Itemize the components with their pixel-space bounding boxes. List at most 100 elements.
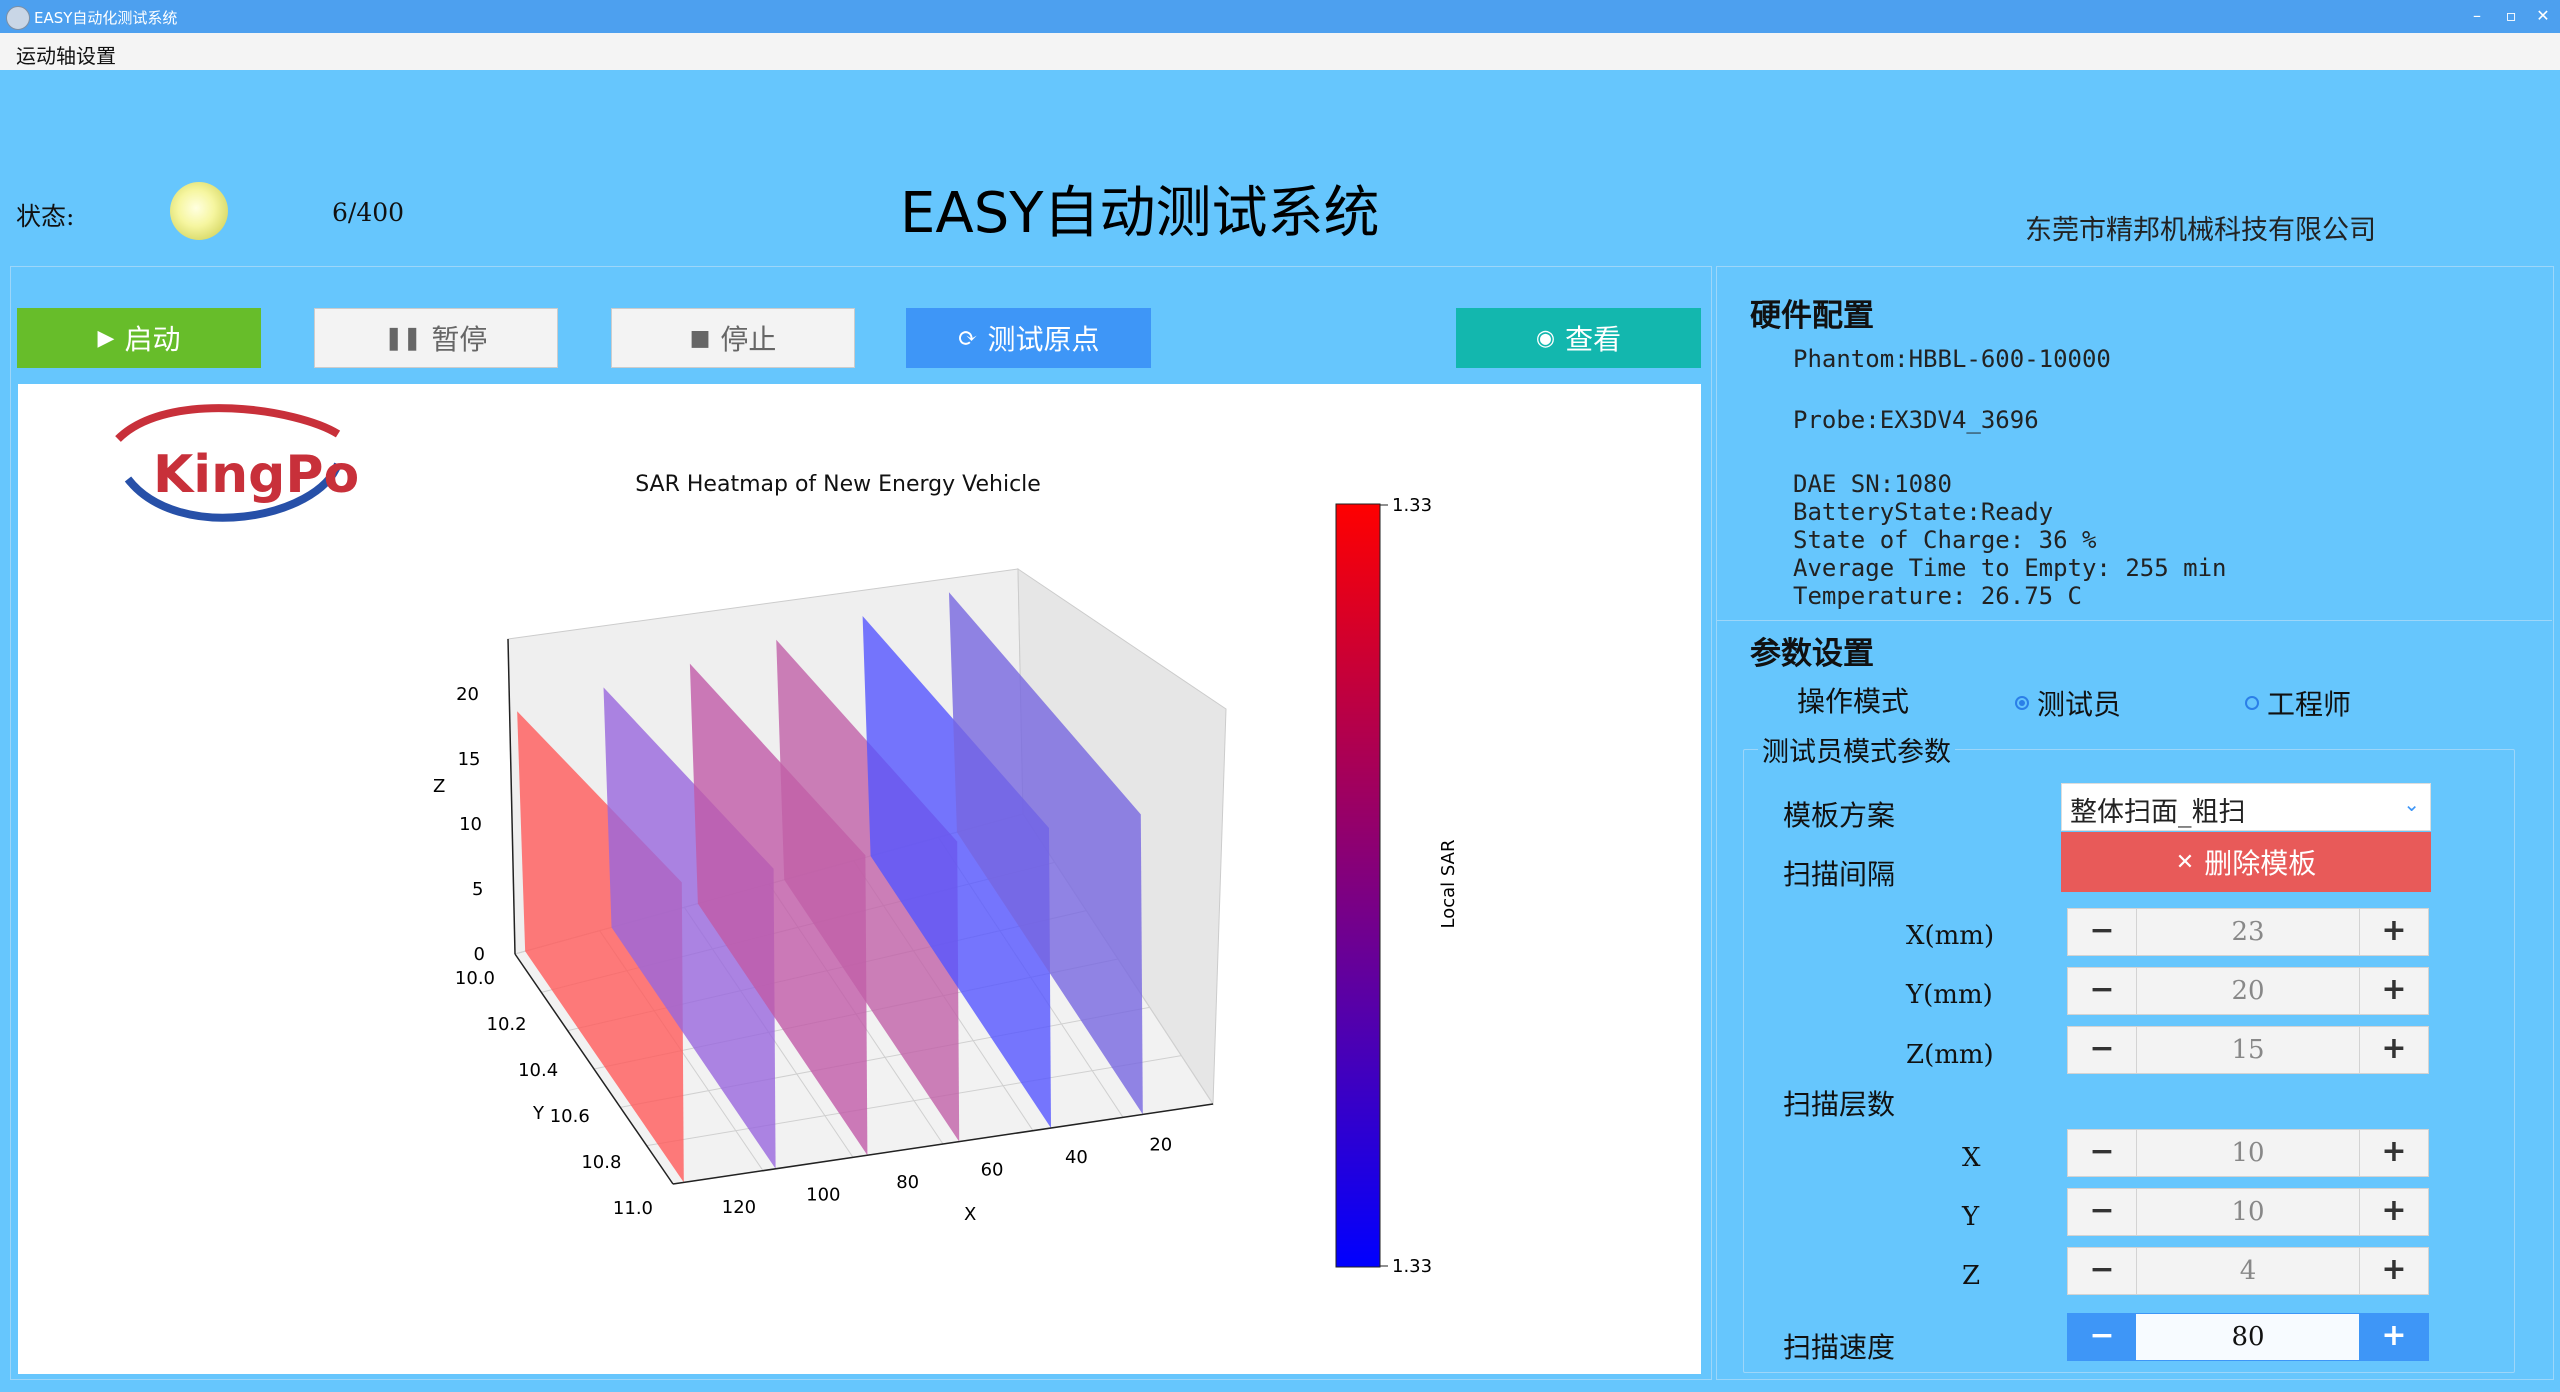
y-mm-value[interactable]: 20	[2136, 968, 2360, 1014]
decrement-button[interactable]: −	[2068, 1248, 2137, 1294]
mode-engineer-radio[interactable]: 工程师	[2245, 683, 2351, 723]
y-layers-label: Y	[1962, 1202, 1980, 1232]
mode-tester-label: 测试员	[2037, 688, 2122, 721]
decrement-button[interactable]: −	[2068, 1189, 2137, 1235]
z-layers-label: Z	[1962, 1261, 1981, 1291]
x-layers-stepper: − 10 +	[2067, 1129, 2429, 1177]
minimize-button[interactable]: –	[2460, 4, 2494, 28]
z-layers-value[interactable]: 4	[2136, 1248, 2360, 1294]
y-layers-stepper: − 10 +	[2067, 1188, 2429, 1236]
axes-3d: 0 5 10 15 20 10.0 10.2 10.4 10.6 10.8 11.0 120 100 80…	[433, 568, 1227, 1225]
logo-text: KingPo	[153, 445, 359, 505]
status-label: 状态:	[16, 202, 75, 231]
charge-info: State of Charge: 36 %	[1793, 526, 2097, 554]
z-tick-label: 15	[458, 749, 481, 770]
template-value: 整体扫面_粗扫	[2070, 797, 2246, 828]
x-layers-label: X	[1962, 1143, 1981, 1173]
z-layers-stepper: − 4 +	[2067, 1247, 2429, 1295]
view-label: 查看	[1565, 323, 1622, 356]
test-origin-button[interactable]: ⟳ 测试原点	[906, 308, 1151, 368]
z-tick-label: 5	[472, 879, 483, 900]
chart-title: SAR Heatmap of New Energy Vehicle	[635, 472, 1041, 497]
increment-button[interactable]: +	[2359, 1248, 2428, 1294]
colorbar	[1335, 503, 1381, 1268]
z-tick-label: 10	[459, 814, 482, 835]
layers-label: 扫描层数	[1783, 1088, 1896, 1121]
chart-area: KingPo SAR Heatmap of New Energy Vehicle…	[18, 384, 1701, 1374]
start-button[interactable]: ▶ 启动	[17, 308, 261, 368]
x-mm-stepper: − 23 +	[2067, 908, 2429, 956]
y-tick-label: 10.8	[581, 1152, 621, 1173]
pause-button[interactable]: ❚❚ 暂停	[314, 308, 558, 368]
x-mm-value[interactable]: 23	[2136, 909, 2360, 955]
colorbar-min-label: 1.33	[1392, 1256, 1432, 1277]
params-title: 参数设置	[1750, 636, 1874, 672]
dae-info: DAE SN:1080	[1793, 470, 1952, 498]
y-mm-stepper: − 20 +	[2067, 967, 2429, 1015]
decrement-button[interactable]: −	[2068, 1314, 2137, 1360]
x-tick-label: 80	[896, 1172, 919, 1193]
chevron-down-icon: ⌄	[2403, 792, 2420, 816]
increment-button[interactable]: +	[2359, 1130, 2428, 1176]
menu-bar: 运动轴设置	[0, 33, 2560, 70]
z-tick-label: 20	[456, 684, 479, 705]
x-tick-label: 40	[1065, 1147, 1088, 1168]
menu-item-axis-settings[interactable]: 运动轴设置	[16, 40, 116, 69]
z-axis-label: Z	[433, 776, 445, 797]
speed-label: 扫描速度	[1783, 1331, 1896, 1364]
y-mm-label: Y(mm)	[1906, 980, 1993, 1010]
template-select[interactable]: 整体扫面_粗扫 ⌄	[2061, 783, 2431, 831]
decrement-button[interactable]: −	[2068, 909, 2137, 955]
eye-icon: ◉	[1535, 325, 1556, 351]
sar-heatmap-chart: KingPo SAR Heatmap of New Energy Vehicle…	[115, 404, 1459, 1277]
decrement-button[interactable]: −	[2068, 968, 2137, 1014]
probe-info: Probe:EX3DV4_3696	[1793, 406, 2039, 434]
mode-tester-radio[interactable]: 测试员	[2015, 683, 2121, 723]
temperature-info: Temperature: 26.75 C	[1793, 582, 2082, 610]
increment-button[interactable]: +	[2359, 968, 2428, 1014]
avg-time-info: Average Time to Empty: 255 min	[1793, 554, 2227, 582]
y-layers-value[interactable]: 10	[2136, 1189, 2360, 1235]
refresh-icon: ⟳	[957, 324, 978, 352]
x-mm-label: X(mm)	[1906, 921, 1995, 951]
kingpo-logo: KingPo	[115, 404, 359, 522]
interval-label: 扫描间隔	[1783, 858, 1896, 891]
x-tick-label: 100	[806, 1184, 840, 1205]
increment-button[interactable]: +	[2359, 1027, 2428, 1073]
stop-icon: ■	[689, 325, 711, 351]
delete-template-button[interactable]: ✕ 删除模板	[2061, 832, 2431, 892]
speed-value[interactable]: 80	[2136, 1314, 2360, 1360]
battery-info: BatteryState:Ready	[1793, 498, 2054, 526]
close-button[interactable]: ✕	[2526, 4, 2560, 28]
maximize-button[interactable]: ▫	[2494, 4, 2528, 28]
mode-label: 操作模式	[1797, 685, 1910, 718]
close-icon: ✕	[2175, 849, 2195, 875]
speed-stepper: − 80 +	[2067, 1313, 2429, 1361]
pause-label: 暂停	[431, 323, 488, 356]
radio-unchecked-icon	[2245, 696, 2259, 710]
z-mm-value[interactable]: 15	[2136, 1027, 2360, 1073]
increment-button[interactable]: +	[2359, 1314, 2428, 1360]
stop-button[interactable]: ■ 停止	[611, 308, 855, 368]
y-tick-label: 10.6	[550, 1106, 590, 1127]
progress-count: 6/400	[332, 198, 405, 227]
colorbar-max-label: 1.33	[1392, 495, 1432, 516]
decrement-button[interactable]: −	[2068, 1027, 2137, 1073]
increment-button[interactable]: +	[2359, 909, 2428, 955]
pause-icon: ❚❚	[384, 325, 422, 351]
y-tick-label: 10.2	[487, 1014, 527, 1035]
stop-label: 停止	[720, 323, 777, 356]
play-icon: ▶	[97, 325, 115, 351]
y-axis-label: Y	[532, 1103, 545, 1124]
decrement-button[interactable]: −	[2068, 1130, 2137, 1176]
status-indicator	[170, 182, 228, 240]
title-bar: EASY自动化测试系统 – ▫ ✕	[0, 0, 2560, 33]
x-layers-value[interactable]: 10	[2136, 1130, 2360, 1176]
increment-button[interactable]: +	[2359, 1189, 2428, 1235]
y-tick-label: 10.0	[455, 968, 495, 989]
start-label: 启动	[124, 323, 181, 356]
view-button[interactable]: ◉ 查看	[1456, 308, 1701, 368]
y-tick-label: 10.4	[518, 1060, 558, 1081]
x-tick-label: 20	[1149, 1134, 1172, 1155]
phantom-info: Phantom:HBBL-600-10000	[1793, 345, 2111, 373]
